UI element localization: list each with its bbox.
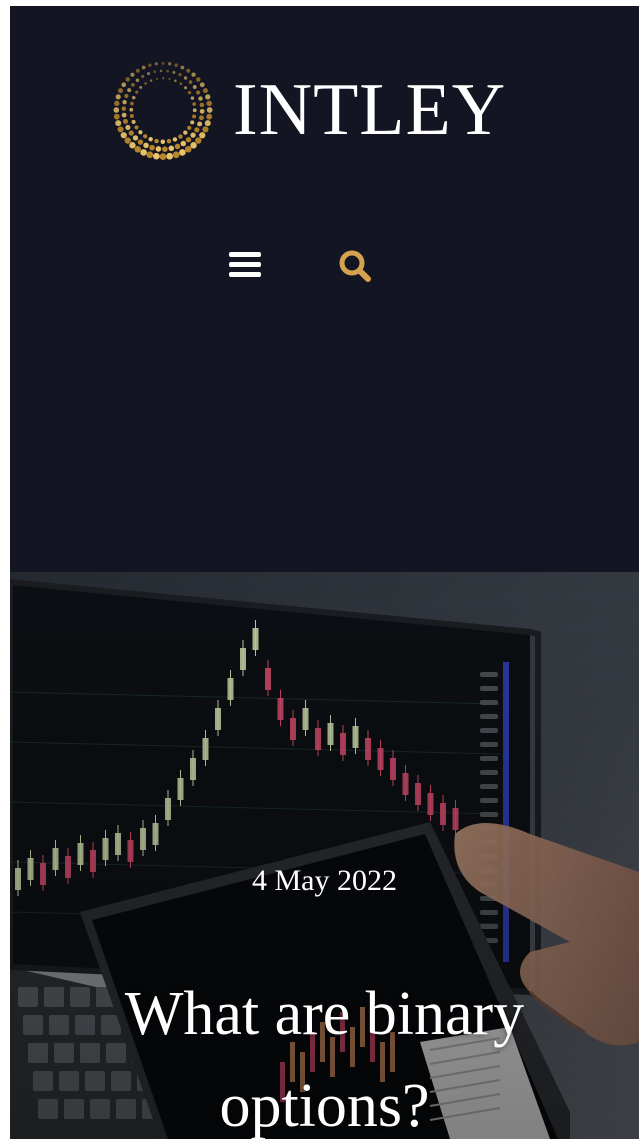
post-title[interactable]: What are binary options? [50, 968, 599, 1139]
featured-post-hero[interactable]: 4 May 2022 What are binary options? [10, 572, 639, 1139]
menu-bar [229, 251, 261, 257]
site-header: INTLEY [10, 6, 639, 572]
site-logo[interactable]: INTLEY [107, 54, 506, 166]
post-date: 4 May 2022 [252, 864, 397, 897]
search-glyph [339, 250, 371, 282]
menu-bar [229, 271, 261, 277]
menu-bar [229, 261, 261, 267]
brand-name: INTLEY [233, 69, 507, 151]
search-icon[interactable] [335, 246, 377, 288]
header-actions [10, 246, 639, 286]
dotted-circle-logo-icon [113, 61, 213, 161]
page: INTLEY 4 May 2022 What are binary option… [10, 6, 639, 1139]
hamburger-menu-icon[interactable] [229, 246, 263, 282]
